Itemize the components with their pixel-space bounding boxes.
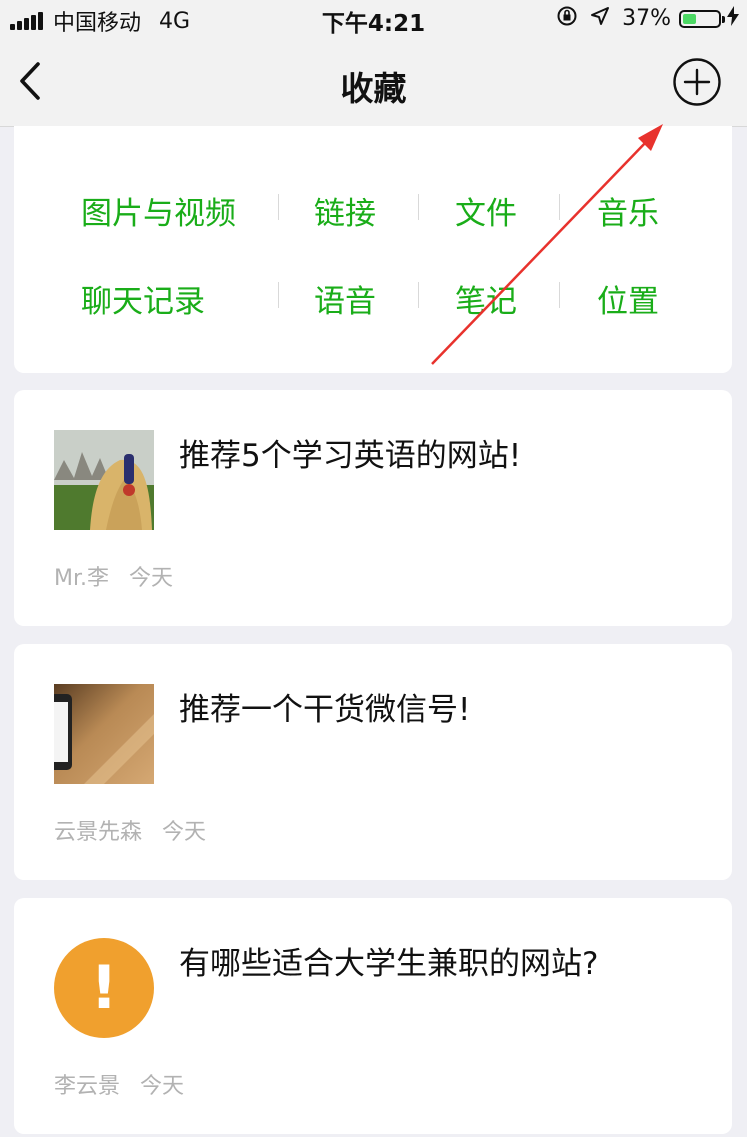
category-music[interactable]: 音乐 xyxy=(597,188,659,233)
category-chat-history[interactable]: 聊天记录 xyxy=(81,276,205,321)
category-divider xyxy=(278,282,279,308)
favorite-meta: 云景先森 今天 xyxy=(54,814,206,846)
favorite-date: 今天 xyxy=(162,820,207,845)
add-favorite-button[interactable] xyxy=(672,57,722,107)
category-filter-card: 图片与视频 链接 文件 音乐 聊天记录 语音 笔记 位置 xyxy=(14,126,732,373)
category-divider xyxy=(418,282,419,308)
category-files[interactable]: 文件 xyxy=(455,188,517,233)
favorite-author: 云景先森 xyxy=(54,820,143,845)
favorite-thumbnail: ! xyxy=(54,938,154,1038)
category-photos-videos[interactable]: 图片与视频 xyxy=(81,188,236,233)
favorite-date: 今天 xyxy=(140,1074,185,1099)
favorite-item[interactable]: 推荐一个干货微信号! 云景先森 今天 xyxy=(14,644,732,880)
favorite-meta: Mr.李 今天 xyxy=(54,560,173,592)
status-right: 37% xyxy=(556,5,739,32)
favorite-thumbnail-photo xyxy=(54,684,154,784)
battery-percent: 37% xyxy=(622,6,671,31)
favorite-thumbnail-photo xyxy=(54,430,154,530)
status-bar: 中国移动 4G 下午4:21 37% xyxy=(0,0,747,37)
location-icon xyxy=(590,6,610,31)
category-voice[interactable]: 语音 xyxy=(314,276,376,321)
category-divider xyxy=(418,194,419,220)
navigation-bar: 收藏 xyxy=(0,36,747,127)
category-divider xyxy=(559,282,560,308)
favorite-title: 推荐5个学习英语的网站! xyxy=(179,438,522,474)
charging-icon xyxy=(727,6,739,31)
favorite-item[interactable]: ! 有哪些适合大学生兼职的网站? 李云景 今天 xyxy=(14,898,732,1134)
favorite-title: 推荐一个干货微信号! xyxy=(179,692,471,728)
favorite-meta: 李云景 今天 xyxy=(54,1068,184,1100)
category-notes[interactable]: 笔记 xyxy=(455,276,517,321)
category-location[interactable]: 位置 xyxy=(597,276,659,321)
favorite-date: 今天 xyxy=(129,566,174,591)
category-links[interactable]: 链接 xyxy=(314,188,376,233)
orientation-lock-icon xyxy=(556,5,578,32)
battery-level-fill xyxy=(683,13,696,24)
plus-circle-icon xyxy=(673,58,721,106)
battery-icon xyxy=(679,9,725,28)
favorites-page: 中国移动 4G 下午4:21 37% 收藏 图片与视频 链接 文件 音乐 聊天记… xyxy=(0,0,747,1137)
favorite-author: 李云景 xyxy=(54,1074,121,1099)
category-divider xyxy=(278,194,279,220)
warning-icon: ! xyxy=(54,938,154,1038)
favorite-author: Mr.李 xyxy=(54,566,110,591)
page-title: 收藏 xyxy=(340,69,407,108)
favorite-title: 有哪些适合大学生兼职的网站? xyxy=(179,946,599,982)
favorite-item[interactable]: 推荐5个学习英语的网站! Mr.李 今天 xyxy=(14,390,732,626)
category-divider xyxy=(559,194,560,220)
